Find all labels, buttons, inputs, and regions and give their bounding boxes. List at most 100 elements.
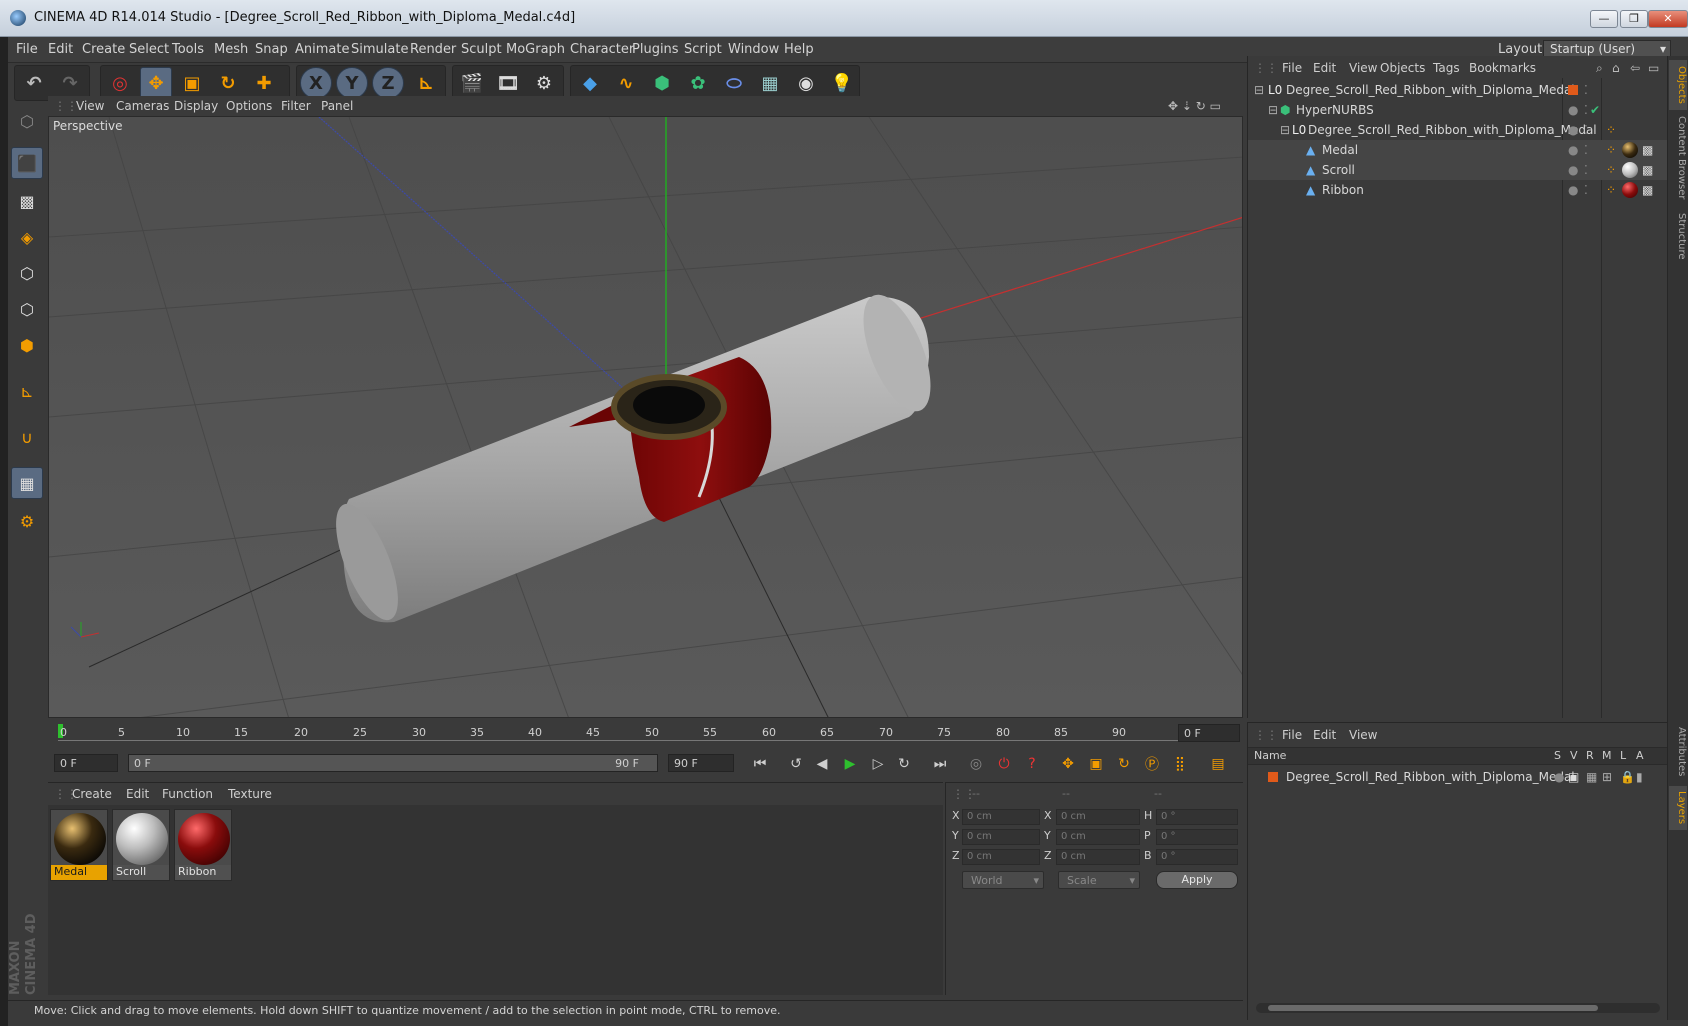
material-tag-icon[interactable] bbox=[1622, 142, 1638, 158]
layer-menu-file[interactable]: File bbox=[1282, 728, 1302, 742]
viewport-menu-panel[interactable]: Panel bbox=[321, 99, 353, 113]
phong-tag-icon[interactable]: ⁘ bbox=[1606, 183, 1616, 197]
object-menu-tags[interactable]: Tags bbox=[1433, 61, 1460, 75]
timeline-ruler[interactable]: 0 5 10 15 20 25 30 35 40 45 50 55 60 65 … bbox=[48, 718, 1243, 746]
menu-select[interactable]: Select bbox=[129, 42, 169, 57]
tab-structure[interactable]: Structure bbox=[1669, 206, 1687, 266]
rot-p-field[interactable]: 0 ° bbox=[1156, 829, 1238, 845]
rot-b-field[interactable]: 0 ° bbox=[1156, 849, 1238, 865]
tree-row-scroll[interactable]: ▲ Scroll ● ⁚ ⁘ ▩ bbox=[1248, 160, 1668, 180]
menu-snap[interactable]: Snap bbox=[255, 42, 288, 57]
edges-mode-icon[interactable]: ⬡ bbox=[11, 293, 43, 325]
rotate-tool-icon[interactable]: ↻ bbox=[212, 67, 244, 99]
object-menu-view[interactable]: View bbox=[1349, 61, 1377, 75]
go-to-end-icon[interactable]: ⏭ bbox=[928, 752, 952, 776]
uvw-tag-icon[interactable]: ▩ bbox=[1642, 143, 1653, 157]
menu-plugins[interactable]: Plugins bbox=[632, 42, 679, 57]
render-icon[interactable]: ▦ bbox=[1586, 770, 1597, 784]
render-view-icon[interactable]: 🎬 bbox=[456, 67, 488, 99]
menu-simulate[interactable]: Simulate bbox=[351, 42, 408, 57]
redo-icon[interactable]: ↷ bbox=[54, 67, 86, 99]
uvw-tag-icon[interactable]: ▩ bbox=[1642, 163, 1653, 177]
collapse-icon[interactable]: ⊟ bbox=[1268, 103, 1278, 117]
mograph-cloner-icon[interactable]: ✿ bbox=[682, 67, 714, 99]
pos-y-field[interactable]: 0 cm bbox=[962, 829, 1040, 845]
visibility-dots-icon[interactable]: ⁚ bbox=[1584, 183, 1588, 197]
phong-tag-icon[interactable]: ⁘ bbox=[1606, 163, 1616, 177]
horizontal-scrollbar[interactable] bbox=[1256, 1003, 1660, 1013]
floor-icon[interactable]: ▦ bbox=[754, 67, 786, 99]
frame-range-slider[interactable]: 0 F 90 F bbox=[128, 754, 658, 772]
minimize-button[interactable]: — bbox=[1590, 10, 1618, 28]
points-mode-icon[interactable]: ⬡ bbox=[11, 257, 43, 289]
uvw-tag-icon[interactable]: ▩ bbox=[1642, 183, 1653, 197]
layer-color-icon[interactable] bbox=[1268, 772, 1278, 782]
workplane-mode-icon[interactable]: ◈ bbox=[11, 221, 43, 253]
tree-row-group[interactable]: ⊟ L0 Degree_Scroll_Red_Ribbon_with_Diplo… bbox=[1248, 120, 1668, 140]
light-icon[interactable]: 💡 bbox=[826, 67, 858, 99]
menu-help[interactable]: Help bbox=[784, 42, 814, 57]
render-settings-icon[interactable]: ⚙ bbox=[528, 67, 560, 99]
visibility-dots-icon[interactable]: ● bbox=[1568, 143, 1578, 157]
collapse-icon[interactable]: ⊟ bbox=[1254, 83, 1264, 97]
viewport-menu-cameras[interactable]: Cameras bbox=[116, 99, 169, 113]
coordinate-system-icon[interactable]: ⊾ bbox=[410, 67, 442, 99]
viewport-menu-view[interactable]: View bbox=[76, 99, 104, 113]
tab-content-browser[interactable]: Content Browser bbox=[1669, 114, 1687, 202]
back-icon[interactable]: ⇦ bbox=[1630, 61, 1640, 75]
enabled-check-icon[interactable]: ✔ bbox=[1590, 103, 1600, 117]
live-selection-icon[interactable]: ◎ bbox=[104, 67, 136, 99]
layer-col-header[interactable]: R bbox=[1586, 749, 1594, 762]
scrollbar-thumb[interactable] bbox=[1268, 1005, 1598, 1011]
render-picture-viewer-icon[interactable]: 🎞 bbox=[492, 67, 524, 99]
menu-character[interactable]: Character bbox=[570, 42, 634, 57]
deformer-icon[interactable]: ⬭ bbox=[718, 67, 750, 99]
make-editable-icon[interactable]: ⬡ bbox=[11, 105, 43, 137]
axis-mode-icon[interactable]: ⊾ bbox=[11, 375, 43, 407]
menu-mesh[interactable]: Mesh bbox=[214, 42, 248, 57]
workplane-lock-icon[interactable]: ▦ bbox=[11, 467, 43, 499]
animation-icon[interactable]: ▮ bbox=[1636, 770, 1643, 784]
y-axis-lock-icon[interactable]: Y bbox=[336, 67, 368, 99]
keyframe-selection-icon[interactable]: ? bbox=[1020, 752, 1044, 776]
previous-frame-icon[interactable]: ◀ bbox=[810, 752, 834, 776]
menu-edit[interactable]: Edit bbox=[48, 42, 73, 57]
material-menu-texture[interactable]: Texture bbox=[228, 787, 272, 801]
snap-magnet-icon[interactable]: ∪ bbox=[11, 421, 43, 453]
menu-file[interactable]: File bbox=[16, 42, 38, 57]
end-frame-field[interactable]: 90 F bbox=[668, 754, 734, 772]
visibility-dots-icon[interactable]: ⁚ bbox=[1584, 143, 1588, 157]
search-icon[interactable]: ⌕ bbox=[1596, 61, 1603, 76]
undo-icon[interactable]: ↶ bbox=[18, 67, 50, 99]
rot-h-field[interactable]: 0 ° bbox=[1156, 809, 1238, 825]
key-position-icon[interactable]: ✥ bbox=[1056, 752, 1080, 776]
close-button[interactable]: ✕ bbox=[1648, 10, 1688, 28]
key-parameter-icon[interactable]: Ⓟ bbox=[1140, 752, 1164, 776]
material-swatch-ribbon[interactable]: Ribbon bbox=[174, 809, 232, 881]
previous-key-icon[interactable]: ↺ bbox=[784, 752, 808, 776]
layer-col-header[interactable]: M bbox=[1602, 749, 1612, 762]
go-to-start-icon[interactable]: ⏮ bbox=[748, 752, 772, 776]
current-frame-field[interactable]: 0 F bbox=[1178, 724, 1240, 742]
pos-z-field[interactable]: 0 cm bbox=[962, 849, 1040, 865]
coordinate-space-dropdown[interactable]: World ▾ bbox=[962, 871, 1044, 889]
layer-menu-edit[interactable]: Edit bbox=[1313, 728, 1336, 742]
x-axis-lock-icon[interactable]: X bbox=[300, 67, 332, 99]
visible-icon[interactable]: ▣ bbox=[1568, 770, 1579, 784]
visibility-dots-icon[interactable]: ● bbox=[1568, 163, 1578, 177]
home-icon[interactable]: ⌂ bbox=[1612, 61, 1620, 75]
cube-icon[interactable]: ◆ bbox=[574, 67, 606, 99]
model-mode-icon[interactable]: ⬛ bbox=[11, 147, 43, 179]
z-axis-lock-icon[interactable]: Z bbox=[372, 67, 404, 99]
key-scale-icon[interactable]: ▣ bbox=[1084, 752, 1108, 776]
menu-create[interactable]: Create bbox=[82, 42, 125, 57]
object-menu-bookmarks[interactable]: Bookmarks bbox=[1469, 61, 1536, 75]
viewport-nav-icons[interactable]: ✥ ⇣ ↻ ▭ bbox=[1168, 99, 1221, 113]
new-panel-icon[interactable]: ▭ bbox=[1648, 61, 1659, 75]
material-menu-create[interactable]: Create bbox=[72, 787, 112, 801]
phong-tag-icon[interactable]: ⁘ bbox=[1606, 143, 1616, 157]
material-menu-edit[interactable]: Edit bbox=[126, 787, 149, 801]
object-menu-edit[interactable]: Edit bbox=[1313, 61, 1336, 75]
layer-col-header[interactable]: S bbox=[1554, 749, 1561, 762]
viewport-menu-options[interactable]: Options bbox=[226, 99, 272, 113]
